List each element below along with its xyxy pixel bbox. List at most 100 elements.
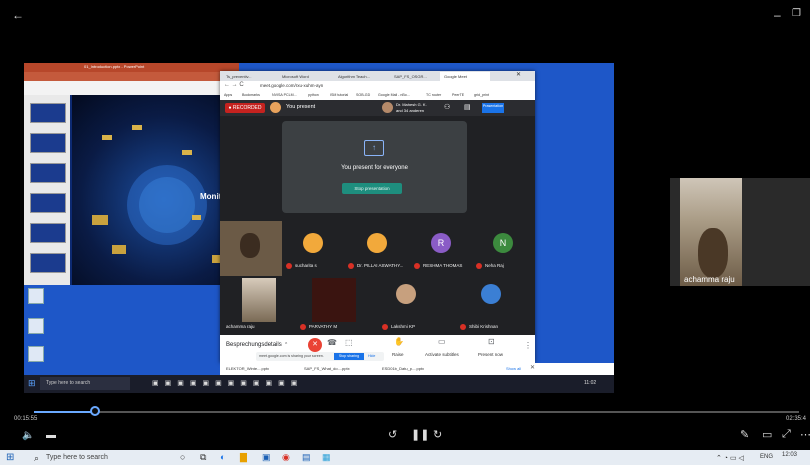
desktop-file-icon[interactable] [28,318,44,334]
edit-icon[interactable]: ✎ [740,428,749,441]
participant-video-person [240,233,260,258]
download-item[interactable]: ELEKTOR_Winte....pptx [226,366,269,371]
bookmark-item[interactable]: PeerTE [452,93,464,97]
progress-thumb[interactable] [90,406,100,416]
rewind-10-icon[interactable]: ↺ [388,428,397,441]
cortana-icon[interactable]: ○ [180,452,185,462]
captions-label: Activate subtitles [425,352,459,357]
chrome-window: Ts_preventiv... Microsoft Word Algorithm… [220,71,535,363]
pause-icon[interactable]: ❚❚ [411,428,429,441]
store-icon[interactable]: ▣ [262,452,271,463]
hangup-icon[interactable]: ☎ [327,338,337,347]
desktop-file-icon[interactable] [28,288,44,304]
file-explorer-icon[interactable]: ▇ [240,452,247,463]
restore-icon[interactable]: ❐ [792,8,801,19]
meeting-details-button[interactable]: Besprechungsdetails [226,342,282,348]
browser-tab-active[interactable]: Google Meet [440,72,490,81]
tray-icons[interactable]: ⌃ ◔ ▭ ◁ [716,454,744,462]
inner-windows-taskbar: ⊞ Type here to search ▣▣▣▣▣▣▣▣▣▣▣▣ 11:02 [24,375,614,393]
mic-off-icon [382,324,388,330]
subtitles-icon[interactable]: ▬ [46,430,56,441]
ppt-current-slide: Monit [72,95,239,285]
bookmark-item[interactable]: Apps [224,93,232,97]
avatar [481,284,501,304]
slide-thumbnail[interactable] [30,223,66,243]
miniplayer-icon[interactable]: ▭ [762,428,772,441]
taskbar-app-icons[interactable]: ▣▣▣▣▣▣▣▣▣▣▣▣ [152,379,303,387]
download-item[interactable]: ESD01b_Datu_p....pptx [382,366,424,371]
browser-tab[interactable]: SAP_FS_OSGR... [390,72,440,81]
meet-control-bar: Besprechungsdetails ⌃ ✕ ☎ ⬚ meet.google.… [220,335,535,363]
present-now-label: Present now [478,352,504,357]
more-options-icon[interactable]: ⋮ [524,341,532,350]
camera-icon[interactable]: ⬚ [345,338,353,347]
browser-tab[interactable]: Ts_preventiv... [222,72,278,81]
stop-presenting-button[interactable]: Stop presentation [342,183,402,194]
mic-off-icon [300,324,306,330]
camera-feed [680,178,742,286]
bookmark-item[interactable]: SOB-GD [356,93,370,97]
bookmark-item[interactable]: Bookmarks [242,93,260,97]
bookmark-item[interactable]: ISM tutorial [330,93,348,97]
present-screen-icon: ↑ [364,140,384,156]
mic-toggle-button[interactable]: ✕ [308,338,322,352]
close-icon[interactable]: ✕ [530,364,535,371]
task-view-icon[interactable]: ⧉ [200,452,206,463]
bookmark-item[interactable]: TC router [426,93,441,97]
search-icon[interactable]: ⌕ [34,453,39,464]
slide-thumbnail[interactable] [30,133,66,153]
hide-button[interactable]: Hide [368,354,375,358]
browser-tab[interactable]: Microsoft Word [278,72,334,81]
taskbar-search-placeholder[interactable]: Type here to search [46,454,108,461]
nav-arrows-icon[interactable]: ← → C [224,82,244,88]
app-icon[interactable]: ▤ [302,452,311,463]
windows-start-icon[interactable]: ⊞ [6,452,14,463]
volume-icon[interactable]: 🔈 [22,430,34,441]
stop-sharing-button[interactable]: Stop sharing [334,353,364,360]
taskbar-clock[interactable]: 12:03 [782,452,797,458]
slide-thumbnail[interactable] [30,103,66,123]
app-icon[interactable]: ▦ [322,452,331,463]
chevron-up-icon[interactable]: ⌃ [284,342,288,348]
forward-30-icon[interactable]: ↻ [433,428,442,441]
meet-top-bar: ● RECORDED You present Dr. Mahesh G. K. … [220,100,535,116]
windows-start-icon[interactable]: ⊞ [28,378,36,389]
recorded-badge: ● RECORDED [225,103,265,113]
participant-name: sucharita s [295,263,317,268]
slide-thumbnail[interactable] [30,163,66,183]
browser-tab[interactable]: Algorithm Teach... [334,72,390,81]
raise-hand-icon[interactable]: ✋ [394,337,404,346]
captions-icon[interactable]: ▭ [438,337,446,346]
you-present-label: You present [286,104,316,110]
minimize-icon[interactable]: – [774,8,781,22]
back-arrow-icon[interactable]: ← [12,8,24,22]
slide-thumbnail[interactable] [30,253,66,273]
participant-video-person [698,228,728,278]
more-icon[interactable]: ⋯ [800,428,810,441]
participant-tile: R RESHMA THOMAS [410,221,472,276]
participant-name: achamma raju [226,324,255,329]
slide-thumbnail[interactable] [30,193,66,213]
progress-track[interactable] [34,411,799,413]
edge-icon[interactable]: ◐ [220,452,225,462]
bookmark-item[interactable]: python [308,93,319,97]
chrome-icon[interactable]: ◉ [282,452,290,463]
participant-tile: N Neha Raj [472,221,535,276]
bookmark-item[interactable]: NVISA PCLM... [272,93,297,97]
show-all-button[interactable]: Show all [506,366,521,371]
bookmark-item[interactable]: Google Mail - nBo... [378,93,410,97]
bookmark-item[interactable]: grid_print [474,93,489,97]
address-bar[interactable]: ← → C meet.google.com/rxu-xuhm-ayn [220,81,535,91]
desktop-file-icon[interactable] [28,346,44,362]
language-indicator[interactable]: ENG [760,454,773,460]
address-url[interactable]: meet.google.com/rxu-xuhm-ayn [260,83,323,88]
fullscreen-icon[interactable]: ⤢ [782,428,791,441]
chat-icon[interactable]: ▤ [464,103,471,111]
host-name: Dr. Mahesh G. K. [396,102,427,107]
download-item[interactable]: SAP_FS_What_do....pptx [304,366,350,371]
people-icon[interactable]: ⚇ [444,103,450,111]
you-present-card: ↑ You present for everyone Stop presenta… [282,121,467,213]
window-close-icon[interactable]: ✕ [516,71,521,78]
present-now-icon[interactable]: ⊡ [488,337,495,346]
participant-name: achamma raju [684,275,735,284]
